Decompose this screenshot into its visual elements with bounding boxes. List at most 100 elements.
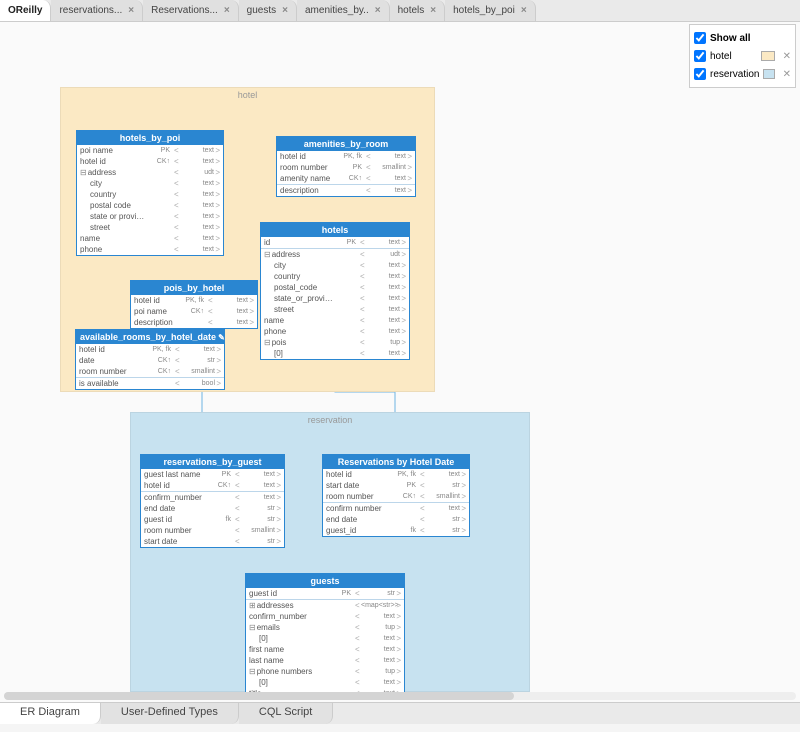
entity-column[interactable]: last name<text> — [246, 655, 404, 666]
entity-column[interactable]: ⊟address<udt> — [77, 167, 223, 178]
tab-guests[interactable]: guests× — [239, 0, 297, 21]
entity-column[interactable]: poi namePK<text> — [77, 145, 223, 156]
expand-icon[interactable]: ⊟ — [264, 338, 271, 347]
entity-hotels[interactable]: hotelsidPK<text>⊟address<udt>city<text>c… — [260, 222, 410, 360]
entity-column[interactable]: first name<text> — [246, 644, 404, 655]
entity-column[interactable]: ⊟phone numbers<tup> — [246, 666, 404, 677]
entity-column[interactable]: country<text> — [261, 271, 409, 282]
entity-column[interactable]: country<text> — [77, 189, 223, 200]
entity-column[interactable]: room numberCK↑<smallint> — [76, 366, 224, 377]
entity-column[interactable]: description<text> — [277, 184, 415, 196]
entity-title[interactable]: Reservations by Hotel Date — [323, 455, 469, 469]
entity-column[interactable]: ⊞addresses<<map<str>>> — [246, 599, 404, 611]
entity-column[interactable]: confirm number<text> — [323, 502, 469, 514]
close-icon[interactable]: × — [430, 5, 436, 16]
legend-panel[interactable]: Show all hotel ✕ reservation ✕ — [689, 24, 796, 88]
entity-column[interactable]: guest last namePK<text> — [141, 469, 284, 480]
edit-icon[interactable]: ✎ — [218, 333, 225, 342]
legend-hotel-remove[interactable]: ✕ — [783, 51, 791, 62]
expand-icon[interactable]: ⊟ — [249, 623, 256, 632]
entity-column[interactable]: name<text> — [77, 233, 223, 244]
entity-title[interactable]: hotels_by_poi — [77, 131, 223, 145]
entity-title[interactable]: amenities_by_room — [277, 137, 415, 151]
expand-icon[interactable]: ⊟ — [249, 667, 256, 676]
entity-column[interactable]: hotel idCK↑<text> — [77, 156, 223, 167]
entity-reservations-by-hotel-date[interactable]: Reservations by Hotel Datehotel idPK, fk… — [322, 454, 470, 537]
entity-column[interactable]: room number<smallint> — [141, 525, 284, 536]
entity-amenities-by-room[interactable]: amenities_by_roomhotel idPK, fk<text>roo… — [276, 136, 416, 197]
entity-column[interactable]: name<text> — [261, 315, 409, 326]
entity-available-rooms[interactable]: available_rooms_by_hotel_date✎hotel idPK… — [75, 329, 225, 390]
expand-icon[interactable]: ⊟ — [80, 168, 87, 177]
entity-column[interactable]: confirm_number<text> — [141, 491, 284, 503]
entity-pois-by-hotel[interactable]: pois_by_hotelhotel idPK, fk<text>poi nam… — [130, 280, 258, 329]
entity-column[interactable]: start datePK<str> — [323, 480, 469, 491]
legend-showall-checkbox[interactable] — [694, 32, 706, 44]
close-icon[interactable]: × — [375, 5, 381, 16]
tab-amenities_by-[interactable]: amenities_by..× — [297, 0, 390, 21]
entity-column[interactable]: hotel idPK, fk<text> — [131, 295, 257, 306]
entity-column[interactable]: hotel idPK, fk<text> — [277, 151, 415, 162]
entity-title[interactable]: reservations_by_guest — [141, 455, 284, 469]
entity-column[interactable]: poi nameCK↑<text> — [131, 306, 257, 317]
entity-column[interactable]: city<text> — [261, 260, 409, 271]
entity-column[interactable]: ⊟emails<tup> — [246, 622, 404, 633]
entity-column[interactable]: is available<bool> — [76, 377, 224, 389]
entity-column[interactable]: postal_code<text> — [261, 282, 409, 293]
entity-title[interactable]: guests — [246, 574, 404, 588]
bottom-tab-cql-script[interactable]: CQL Script — [239, 703, 333, 724]
entity-column[interactable]: street<text> — [77, 222, 223, 233]
tab-oreilly[interactable]: OReilly — [0, 0, 51, 21]
horizontal-scrollbar[interactable] — [4, 692, 796, 700]
bottom-tab-user-defined-types[interactable]: User-Defined Types — [101, 703, 239, 724]
entity-column[interactable]: description<text> — [131, 317, 257, 328]
entity-column[interactable]: guest idfk<str> — [141, 514, 284, 525]
entity-column[interactable]: [0]<text> — [246, 677, 404, 688]
entity-column[interactable]: start date<str> — [141, 536, 284, 547]
entity-column[interactable]: dateCK↑<str> — [76, 355, 224, 366]
entity-column[interactable]: ⊟address<udt> — [261, 248, 409, 260]
entity-reservations-by-guest[interactable]: reservations_by_guestguest last namePK<t… — [140, 454, 285, 548]
entity-column[interactable]: [0]<text> — [246, 633, 404, 644]
entity-title[interactable]: hotels — [261, 223, 409, 237]
entity-column[interactable]: state or province<text> — [77, 211, 223, 222]
expand-icon[interactable]: ⊟ — [264, 250, 271, 259]
entity-column[interactable]: room numberCK↑<smallint> — [323, 491, 469, 502]
entity-hotels-by-poi[interactable]: hotels_by_poipoi namePK<text>hotel idCK↑… — [76, 130, 224, 256]
legend-show-all[interactable]: Show all — [694, 29, 791, 47]
tab-hotels_by_poi[interactable]: hotels_by_poi× — [445, 0, 536, 21]
legend-item-hotel[interactable]: hotel ✕ — [694, 47, 791, 65]
entity-column[interactable]: end date<str> — [323, 514, 469, 525]
entity-column[interactable]: street<text> — [261, 304, 409, 315]
tab-hotels[interactable]: hotels× — [390, 0, 446, 21]
bottom-tab-er-diagram[interactable]: ER Diagram — [0, 703, 101, 724]
entity-column[interactable]: guest idPK<str> — [246, 588, 404, 599]
legend-reservation-remove[interactable]: ✕ — [783, 69, 791, 80]
entity-column[interactable]: [0]<text> — [261, 348, 409, 359]
entity-column[interactable]: ⊟pois<tup> — [261, 337, 409, 348]
entity-column[interactable]: confirm_number<text> — [246, 611, 404, 622]
entity-column[interactable]: hotel idCK↑<text> — [141, 480, 284, 491]
legend-hotel-checkbox[interactable] — [694, 50, 706, 62]
close-icon[interactable]: × — [282, 5, 288, 16]
entity-column[interactable]: idPK<text> — [261, 237, 409, 248]
entity-column[interactable]: postal code<text> — [77, 200, 223, 211]
entity-column[interactable]: hotel idPK, fk<text> — [76, 344, 224, 355]
entity-column[interactable]: city<text> — [77, 178, 223, 189]
entity-column[interactable]: phone<text> — [77, 244, 223, 255]
legend-reservation-checkbox[interactable] — [694, 68, 706, 80]
legend-item-reservation[interactable]: reservation ✕ — [694, 65, 791, 83]
entity-column[interactable]: hotel idPK, fk<text> — [323, 469, 469, 480]
close-icon[interactable]: × — [521, 5, 527, 16]
entity-column[interactable]: phone<text> — [261, 326, 409, 337]
tab-reservations-[interactable]: reservations...× — [51, 0, 143, 21]
entity-column[interactable]: state_or_province<text> — [261, 293, 409, 304]
scrollbar-thumb[interactable] — [4, 692, 514, 700]
tab-reservations-[interactable]: Reservations...× — [143, 0, 239, 21]
expand-icon[interactable]: ⊞ — [249, 601, 256, 610]
close-icon[interactable]: × — [224, 5, 230, 16]
entity-column[interactable]: room numberPK<smallint> — [277, 162, 415, 173]
er-canvas[interactable]: hotel reservation hotels_by_poipoi nameP… — [0, 22, 800, 702]
entity-title[interactable]: pois_by_hotel — [131, 281, 257, 295]
close-icon[interactable]: × — [128, 5, 134, 16]
